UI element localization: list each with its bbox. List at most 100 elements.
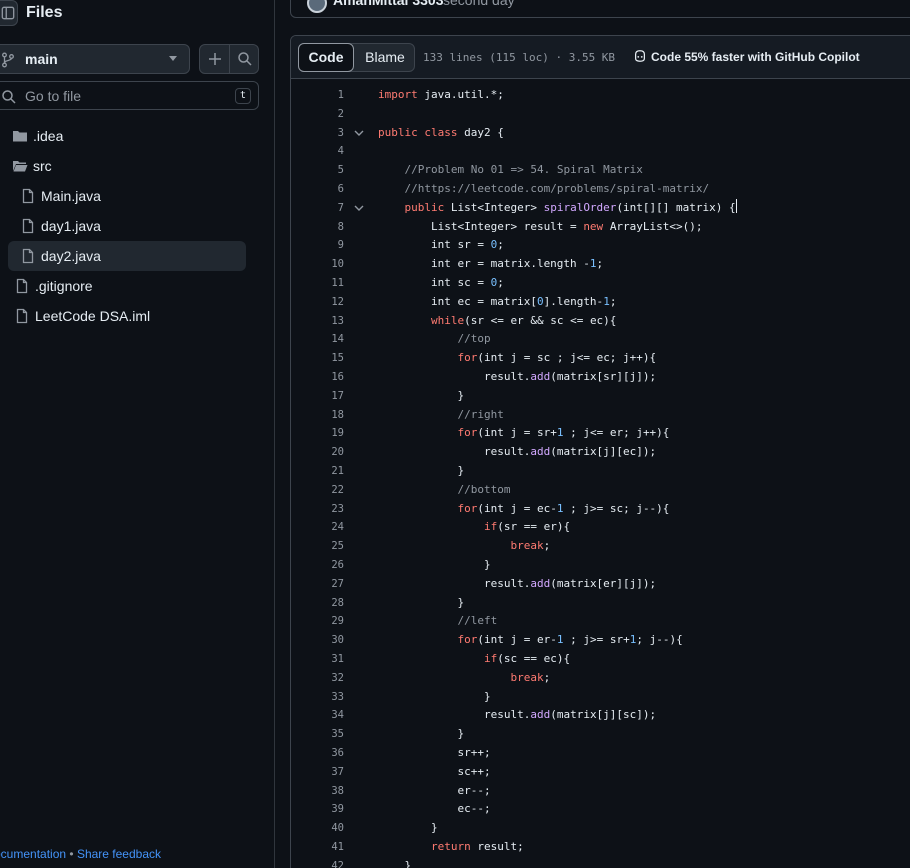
line-number[interactable]: 5 (291, 161, 344, 179)
code-text[interactable]: //Problem No 01 => 54. Spiral Matrix (378, 161, 643, 179)
line-number[interactable]: 21 (291, 462, 344, 480)
code-text[interactable]: } (378, 462, 464, 480)
line-number[interactable]: 15 (291, 349, 344, 367)
code-text[interactable]: } (378, 556, 491, 574)
code-text[interactable]: //right (378, 406, 503, 424)
code-text[interactable]: List<Integer> result = new ArrayList<>()… (378, 218, 703, 236)
line-number[interactable]: 34 (291, 706, 344, 724)
line-number[interactable]: 6 (291, 180, 344, 198)
code-text[interactable]: break; (378, 537, 550, 555)
commit-message[interactable]: second day (443, 0, 515, 8)
code-text[interactable]: public List<Integer> spiralOrder(int[][]… (378, 198, 737, 217)
share-feedback-link[interactable]: Share feedback (77, 847, 161, 861)
code-text[interactable]: return result; (378, 838, 524, 856)
code-text[interactable]: result.add(matrix[sr][j]); (378, 368, 656, 386)
code-text[interactable]: } (378, 857, 411, 868)
code-text[interactable]: if(sc == ec){ (378, 650, 570, 668)
line-number[interactable]: 42 (291, 857, 344, 868)
code-text[interactable]: result.add(matrix[j][sc]); (378, 706, 656, 724)
code-text[interactable]: public class day2 { (378, 124, 504, 142)
line-number[interactable]: 33 (291, 688, 344, 706)
add-file-button[interactable] (200, 45, 230, 73)
code-text[interactable]: for(int j = sr+1 ; j<= er; j++){ (378, 424, 669, 442)
line-number[interactable]: 26 (291, 556, 344, 574)
line-number[interactable]: 36 (291, 744, 344, 762)
line-number[interactable]: 35 (291, 725, 344, 743)
go-to-file-input[interactable]: Go to file t (0, 81, 259, 110)
code-text[interactable]: } (378, 594, 464, 612)
line-number[interactable]: 11 (291, 274, 344, 292)
line-number[interactable]: 10 (291, 255, 344, 273)
code-text[interactable]: result.add(matrix[j][ec]); (378, 443, 656, 461)
line-number[interactable]: 12 (291, 293, 344, 311)
tree-item[interactable]: day1.java (8, 211, 246, 241)
line-number[interactable]: 4 (291, 142, 344, 160)
fold-chevron-icon[interactable] (354, 204, 364, 212)
line-number[interactable]: 2 (291, 105, 344, 123)
code-text[interactable]: //top (378, 330, 490, 348)
line-number[interactable]: 8 (291, 218, 344, 236)
code-text[interactable]: result.add(matrix[er][j]); (378, 575, 656, 593)
code-text[interactable]: } (378, 725, 464, 743)
code-text[interactable]: } (378, 688, 491, 706)
line-number[interactable]: 25 (291, 537, 344, 555)
collapse-sidebar-button[interactable] (0, 0, 18, 26)
line-number[interactable]: 16 (291, 368, 344, 386)
line-number[interactable]: 41 (291, 838, 344, 856)
line-number[interactable]: 37 (291, 763, 344, 781)
search-code-button[interactable] (230, 45, 258, 73)
code-text[interactable]: int sc = 0; (378, 274, 504, 292)
commit-author[interactable]: AmanMittal 3303 (333, 0, 443, 8)
tree-item[interactable]: LeetCode DSA.iml (0, 301, 238, 331)
line-number[interactable]: 17 (291, 387, 344, 405)
line-number[interactable]: 40 (291, 819, 344, 837)
code-text[interactable]: sr++; (378, 744, 490, 762)
line-number[interactable]: 14 (291, 330, 344, 348)
line-number[interactable]: 23 (291, 500, 344, 518)
line-number[interactable]: 22 (291, 481, 344, 499)
tree-item[interactable]: .idea (0, 121, 238, 151)
documentation-link[interactable]: ocumentation (0, 847, 66, 861)
code-text[interactable]: int ec = matrix[0].length-1; (378, 293, 616, 311)
tree-item[interactable]: .gitignore (0, 271, 238, 301)
code-text[interactable]: sc++; (378, 763, 490, 781)
code-text[interactable]: er--; (378, 782, 490, 800)
fold-chevron-icon[interactable] (354, 129, 364, 137)
tab-code[interactable]: Code (298, 43, 354, 72)
line-number[interactable]: 28 (291, 594, 344, 612)
tab-blame[interactable]: Blame (354, 44, 416, 71)
line-number[interactable]: 20 (291, 443, 344, 461)
avatar[interactable] (307, 0, 327, 13)
code-text[interactable]: while(sr <= er && sc <= ec){ (378, 312, 616, 330)
line-number[interactable]: 30 (291, 631, 344, 649)
code-text[interactable]: //https://leetcode.com/problems/spiral-m… (378, 180, 710, 198)
code-text[interactable]: int sr = 0; (378, 236, 504, 254)
code-text[interactable]: } (378, 387, 464, 405)
code-text[interactable]: } (378, 819, 438, 837)
line-number[interactable]: 7 (291, 199, 344, 217)
line-number[interactable]: 3 (291, 124, 344, 142)
line-number[interactable]: 27 (291, 575, 344, 593)
line-number[interactable]: 38 (291, 782, 344, 800)
code-text[interactable]: break; (378, 669, 550, 687)
tree-item[interactable]: src (0, 151, 238, 181)
line-number[interactable]: 31 (291, 650, 344, 668)
code-text[interactable]: for(int j = er-1 ; j>= sr+1; j--){ (378, 631, 682, 649)
line-number[interactable]: 32 (291, 669, 344, 687)
line-number[interactable]: 13 (291, 312, 344, 330)
code-text[interactable]: import java.util.*; (378, 86, 504, 104)
code-text[interactable]: if(sr == er){ (378, 518, 570, 536)
code-text[interactable]: //left (378, 612, 497, 630)
line-number[interactable]: 1 (291, 86, 344, 104)
code-text[interactable]: //bottom (378, 481, 510, 499)
line-number[interactable]: 9 (291, 236, 344, 254)
code-text[interactable]: ec--; (378, 800, 490, 818)
tree-item[interactable]: Main.java (8, 181, 246, 211)
branch-selector[interactable]: main (0, 44, 190, 74)
code-text[interactable]: for(int j = ec-1 ; j>= sc; j--){ (378, 500, 669, 518)
line-number[interactable]: 18 (291, 406, 344, 424)
line-number[interactable]: 39 (291, 800, 344, 818)
tree-item[interactable]: day2.java (8, 241, 246, 271)
code-text[interactable]: for(int j = sc ; j<= ec; j++){ (378, 349, 656, 367)
line-number[interactable]: 24 (291, 518, 344, 536)
